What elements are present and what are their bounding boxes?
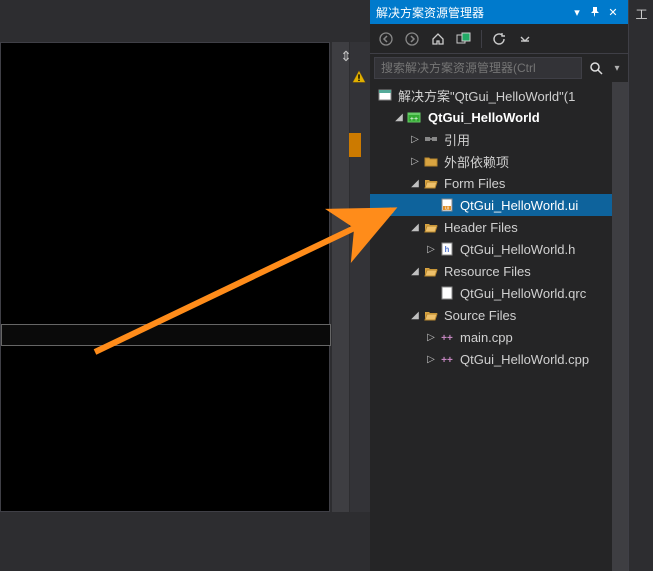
cpp-file-icon: ++ [438,351,456,367]
home-icon[interactable] [426,27,450,51]
panel-toolbar [370,24,628,54]
expander-icon[interactable]: ◢ [392,112,406,123]
right-side-label: 工 [629,0,650,20]
orange-marker [349,133,361,157]
header-h-file[interactable]: ▷ h QtGui_HelloWorld.h [370,238,628,260]
project-label: QtGui_HelloWorld [428,110,540,125]
toolbar-separator [481,30,482,48]
editor-gutter [350,42,370,512]
svg-text:++: ++ [441,355,453,366]
search-dropdown-icon[interactable]: ▾ [610,56,624,80]
split-vertical-icon[interactable]: ⇕ [338,48,354,65]
gui-cpp-label: QtGui_HelloWorld.cpp [460,352,589,367]
back-icon[interactable] [374,27,398,51]
references-node[interactable]: ▷ 引用 [370,128,628,150]
form-files-node[interactable]: ◢ Form Files [370,172,628,194]
main-cpp-file[interactable]: ▷ ++ main.cpp [370,326,628,348]
expander-icon[interactable]: ◢ [408,310,422,321]
references-icon [422,131,440,147]
folder-icon [422,153,440,169]
editor-area: ⇕ [0,0,360,571]
solution-icon [376,87,394,103]
resource-qrc-file[interactable]: QtGui_HelloWorld.qrc [370,282,628,304]
editor-selection-rect[interactable] [1,324,331,346]
main-cpp-label: main.cpp [460,330,513,345]
expander-icon[interactable]: ▷ [424,354,438,365]
folder-open-icon [422,307,440,323]
solution-label: 解决方案"QtGui_HelloWorld"(1 [398,86,575,105]
h-file-icon: h [438,241,456,257]
gui-cpp-file[interactable]: ▷ ++ QtGui_HelloWorld.cpp [370,348,628,370]
references-label: 引用 [444,130,470,149]
svg-text:h: h [445,245,450,254]
sync-icon[interactable] [452,27,476,51]
source-files-node[interactable]: ◢ Source Files [370,304,628,326]
qrc-file-icon [438,285,456,301]
expander-icon[interactable]: ▷ [424,244,438,255]
right-side-tab[interactable]: 工 [628,0,653,571]
forward-icon[interactable] [400,27,424,51]
header-files-label: Header Files [444,220,518,235]
folder-open-icon [422,175,440,191]
panel-titlebar[interactable]: 解决方案资源管理器 ▾ ✕ [370,0,628,24]
folder-open-icon [422,219,440,235]
externals-node[interactable]: ▷ 外部依赖项 [370,150,628,172]
expander-icon[interactable]: ◢ [408,266,422,277]
project-icon: ++ [406,109,424,125]
form-files-label: Form Files [444,176,505,191]
svg-text:++: ++ [441,333,453,344]
header-files-node[interactable]: ◢ Header Files [370,216,628,238]
refresh-icon[interactable] [487,27,511,51]
cpp-file-icon: ++ [438,329,456,345]
search-input[interactable] [374,57,582,79]
expander-icon[interactable]: ◢ [408,178,422,189]
editor-scrollbar[interactable] [332,42,349,512]
resource-files-label: Resource Files [444,264,531,279]
panel-dropdown-icon[interactable]: ▾ [568,3,586,21]
expander-icon[interactable]: ◢ [408,222,422,233]
panel-pin-icon[interactable] [586,3,604,21]
ui-file-icon: ui [438,197,456,213]
svg-text:++: ++ [410,116,418,123]
folder-open-icon [422,263,440,279]
panel-close-icon[interactable]: ✕ [604,3,622,21]
solution-tree: 解决方案"QtGui_HelloWorld"(1 ◢ ++ QtGui_Hell… [370,82,628,571]
tree-scrollbar[interactable] [612,82,628,571]
svg-text:ui: ui [445,206,449,212]
warning-icon [352,70,366,84]
editor-canvas[interactable] [0,42,330,512]
collapse-icon[interactable] [513,27,537,51]
search-row: ▾ [370,54,628,82]
header-h-label: QtGui_HelloWorld.h [460,242,575,257]
resource-qrc-label: QtGui_HelloWorld.qrc [460,286,586,301]
resource-files-node[interactable]: ◢ Resource Files [370,260,628,282]
externals-label: 外部依赖项 [444,152,509,171]
panel-title-text: 解决方案资源管理器 [376,4,484,21]
project-node[interactable]: ◢ ++ QtGui_HelloWorld [370,106,628,128]
solution-node[interactable]: 解决方案"QtGui_HelloWorld"(1 [370,84,628,106]
source-files-label: Source Files [444,308,516,323]
solution-explorer-panel: 解决方案资源管理器 ▾ ✕ ▾ [370,0,628,571]
form-ui-file[interactable]: ui QtGui_HelloWorld.ui [370,194,628,216]
expander-icon[interactable]: ▷ [408,156,422,167]
expander-icon[interactable]: ▷ [408,134,422,145]
expander-icon[interactable]: ▷ [424,332,438,343]
form-ui-label: QtGui_HelloWorld.ui [460,198,578,213]
search-icon[interactable] [586,58,606,78]
